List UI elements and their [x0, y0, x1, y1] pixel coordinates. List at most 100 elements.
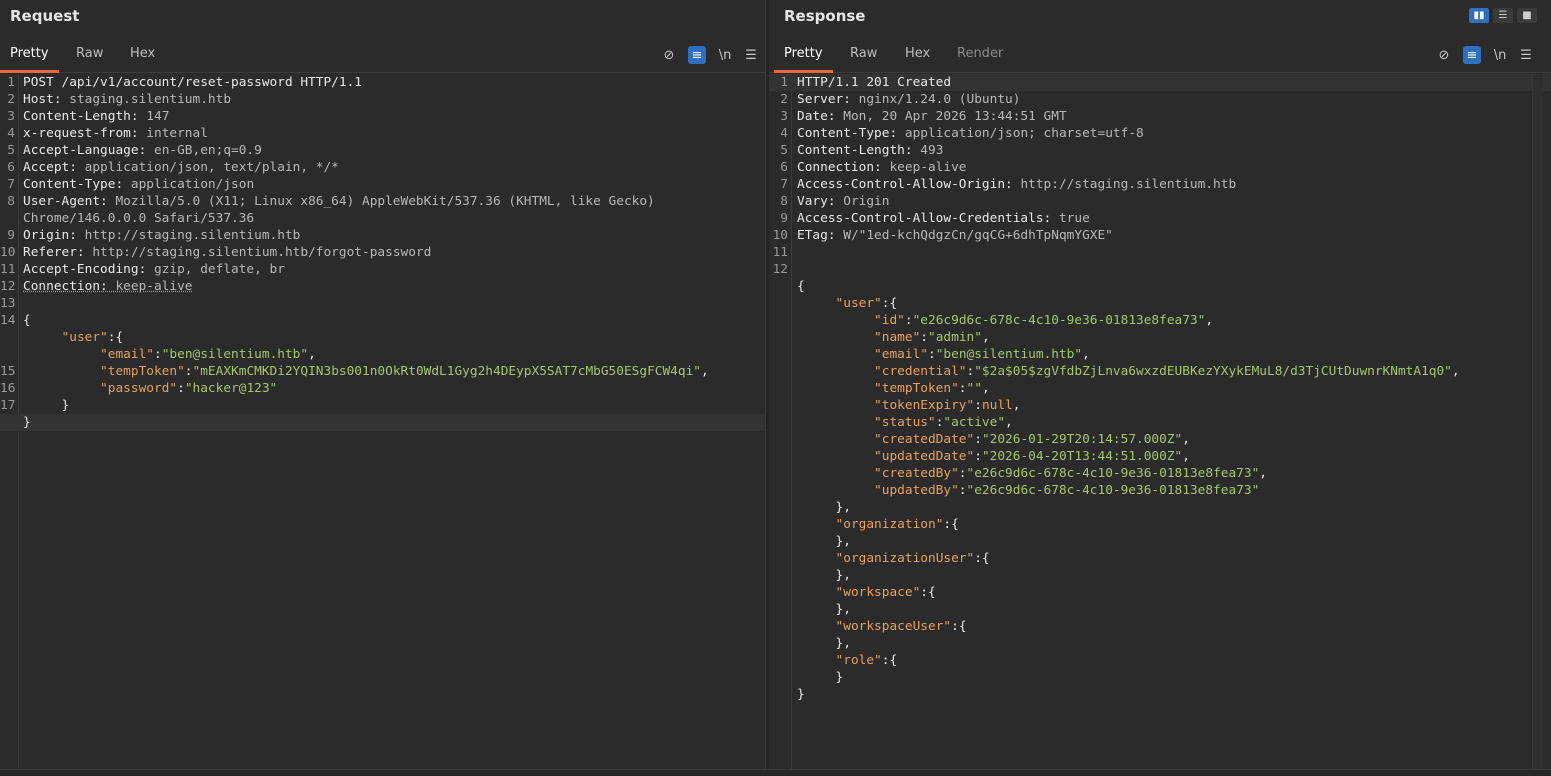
wrap-lines-icon[interactable]: ≡: [688, 46, 706, 64]
code-token: Content-Type:: [797, 126, 905, 141]
code-token: "email": [874, 347, 928, 362]
line-content: "status":"active",: [797, 414, 1013, 431]
code-token: Access-Control-Allow-Origin:: [797, 177, 1021, 192]
code-token: ,: [308, 347, 316, 362]
code-line: 13: [0, 295, 765, 312]
newline-icon[interactable]: \n: [716, 46, 734, 64]
line-number: 3: [780, 109, 788, 124]
code-line: 12: [769, 261, 1551, 278]
code-line: },: [769, 635, 1551, 652]
code-token: Mozilla/5.0 (X11; Linux x86_64) AppleWeb…: [115, 194, 655, 209]
request-editor[interactable]: 1 POST /api/v1/account/reset-password HTT…: [0, 74, 765, 770]
code-token: :: [153, 347, 162, 362]
line-content: Content-Length: 147: [23, 108, 169, 125]
tab-pretty[interactable]: Pretty: [774, 46, 833, 73]
code-token: Accept-Language:: [23, 143, 154, 158]
code-token: :: [974, 432, 982, 447]
line-number: 12: [772, 262, 788, 277]
code-token: "e26c9d6c-678c-4c10-9e36-01813e8fea73": [966, 483, 1260, 498]
line-number: 9: [7, 228, 15, 243]
line-content: "role":{: [797, 652, 898, 669]
line-content: Date: Mon, 20 Apr 2026 13:44:51 GMT: [797, 108, 1067, 125]
code-token: "email": [100, 347, 154, 362]
code-token: "organization": [835, 517, 944, 532]
code-token: "credential": [874, 364, 967, 379]
code-token: "tokenExpiry": [874, 398, 975, 413]
code-line: },: [769, 601, 1551, 618]
code-line: 3 Date: Mon, 20 Apr 2026 13:44:51 GMT: [769, 108, 1551, 125]
code-line: 15 "tempToken":"mEAXKmCMKDi2YQIN3bs001n0…: [0, 363, 765, 380]
code-token: "createdDate": [874, 432, 975, 447]
code-token: "$2a$05$zgVfdbZjLnva6wxzdEUBKezYXykEMuL8…: [974, 364, 1452, 379]
line-number: 8: [7, 194, 15, 209]
code-line: 11: [769, 244, 1551, 261]
split-horizontal-icon[interactable]: ☰: [1493, 8, 1513, 23]
code-token: ,: [981, 330, 990, 345]
tab-raw[interactable]: Raw: [850, 46, 877, 72]
split-vertical-icon[interactable]: ▮▮: [1469, 8, 1489, 23]
line-number: 5: [780, 143, 788, 158]
line-content: Content-Type: application/json: [23, 176, 254, 193]
line-content: Origin: http://staging.silentium.htb: [23, 227, 300, 244]
single-pane-icon[interactable]: ■: [1517, 8, 1537, 23]
tab-hex[interactable]: Hex: [130, 46, 155, 72]
line-content: Referer: http://staging.silentium.htb/fo…: [23, 244, 431, 261]
tab-hex[interactable]: Hex: [905, 46, 930, 72]
code-line: 9 Access-Control-Allow-Credentials: true: [769, 210, 1551, 227]
menu-icon[interactable]: ☰: [742, 46, 760, 64]
line-content: "credential":"$2a$05$zgVfdbZjLnva6wxzdEU…: [797, 363, 1460, 380]
code-line: },: [769, 533, 1551, 550]
line-content: "createdDate":"2026-01-29T20:14:57.000Z"…: [797, 431, 1190, 448]
code-line: }: [769, 669, 1551, 686]
code-token: application/json, text/plain, */*: [84, 160, 339, 175]
line-number: 1: [7, 75, 15, 90]
newline-icon[interactable]: \n: [1491, 46, 1509, 64]
line-content: "updatedBy":"e26c9d6c-678c-4c10-9e36-018…: [797, 482, 1259, 499]
code-token: 493: [920, 143, 944, 158]
vertical-scrollbar[interactable]: [1532, 74, 1543, 770]
wrap-lines-icon[interactable]: ≡: [1463, 46, 1481, 64]
line-number: 11: [772, 245, 788, 260]
code-line: "credential":"$2a$05$zgVfdbZjLnva6wxzdEU…: [769, 363, 1551, 380]
eye-off-icon[interactable]: ⊘: [660, 46, 678, 64]
tab-render[interactable]: Render: [957, 46, 1003, 72]
code-line: 6 Accept: application/json, text/plain, *…: [0, 159, 765, 176]
code-line: 9 Origin: http://staging.silentium.htb: [0, 227, 765, 244]
line-content: "tempToken":"mEAXKmCMKDi2YQIN3bs001n0OkR…: [23, 363, 709, 380]
line-content: Access-Control-Allow-Credentials: true: [797, 210, 1090, 227]
code-token: application/json: [130, 177, 255, 192]
response-editor[interactable]: 1 HTTP/1.1 201 Created 2 Server: nginx/1.24…: [769, 74, 1551, 770]
code-token: Accept-Encoding:: [23, 262, 154, 277]
line-content: {: [23, 312, 31, 329]
code-line: 4 x-request-from: internal: [0, 125, 765, 142]
code-token: Server:: [797, 92, 859, 107]
code-line: "organization":{: [769, 516, 1551, 533]
code-token: "ben@silentium.htb": [935, 347, 1083, 362]
line-number: 2: [780, 92, 788, 107]
code-token: internal: [146, 126, 208, 141]
tab-raw[interactable]: Raw: [76, 46, 103, 72]
line-content: Content-Length: 493: [797, 142, 943, 159]
line-content: Server: nginx/1.24.0 (Ubuntu): [797, 91, 1020, 108]
line-content: "updatedDate":"2026-04-20T13:44:51.000Z"…: [797, 448, 1190, 465]
code-line: "email":"ben@silentium.htb",: [0, 346, 765, 363]
eye-off-icon[interactable]: ⊘: [1435, 46, 1453, 64]
code-token: "updatedBy": [874, 483, 959, 498]
code-token: "": [966, 381, 982, 396]
line-content: User-Agent: Mozilla/5.0 (X11; Linux x86_…: [23, 193, 655, 210]
tab-pretty[interactable]: Pretty: [0, 46, 59, 73]
request-lines: 1 POST /api/v1/account/reset-password HTT…: [0, 74, 765, 431]
code-token: 147: [146, 109, 170, 124]
line-content: {: [797, 278, 805, 295]
menu-icon[interactable]: ☰: [1517, 46, 1535, 64]
code-line: 17 }: [0, 397, 765, 414]
code-line: 8 User-Agent: Mozilla/5.0 (X11; Linux x86…: [0, 193, 765, 210]
line-number: 16: [0, 381, 16, 396]
code-line: "createdDate":"2026-01-29T20:14:57.000Z"…: [769, 431, 1551, 448]
code-token: keep-alive: [889, 160, 967, 175]
